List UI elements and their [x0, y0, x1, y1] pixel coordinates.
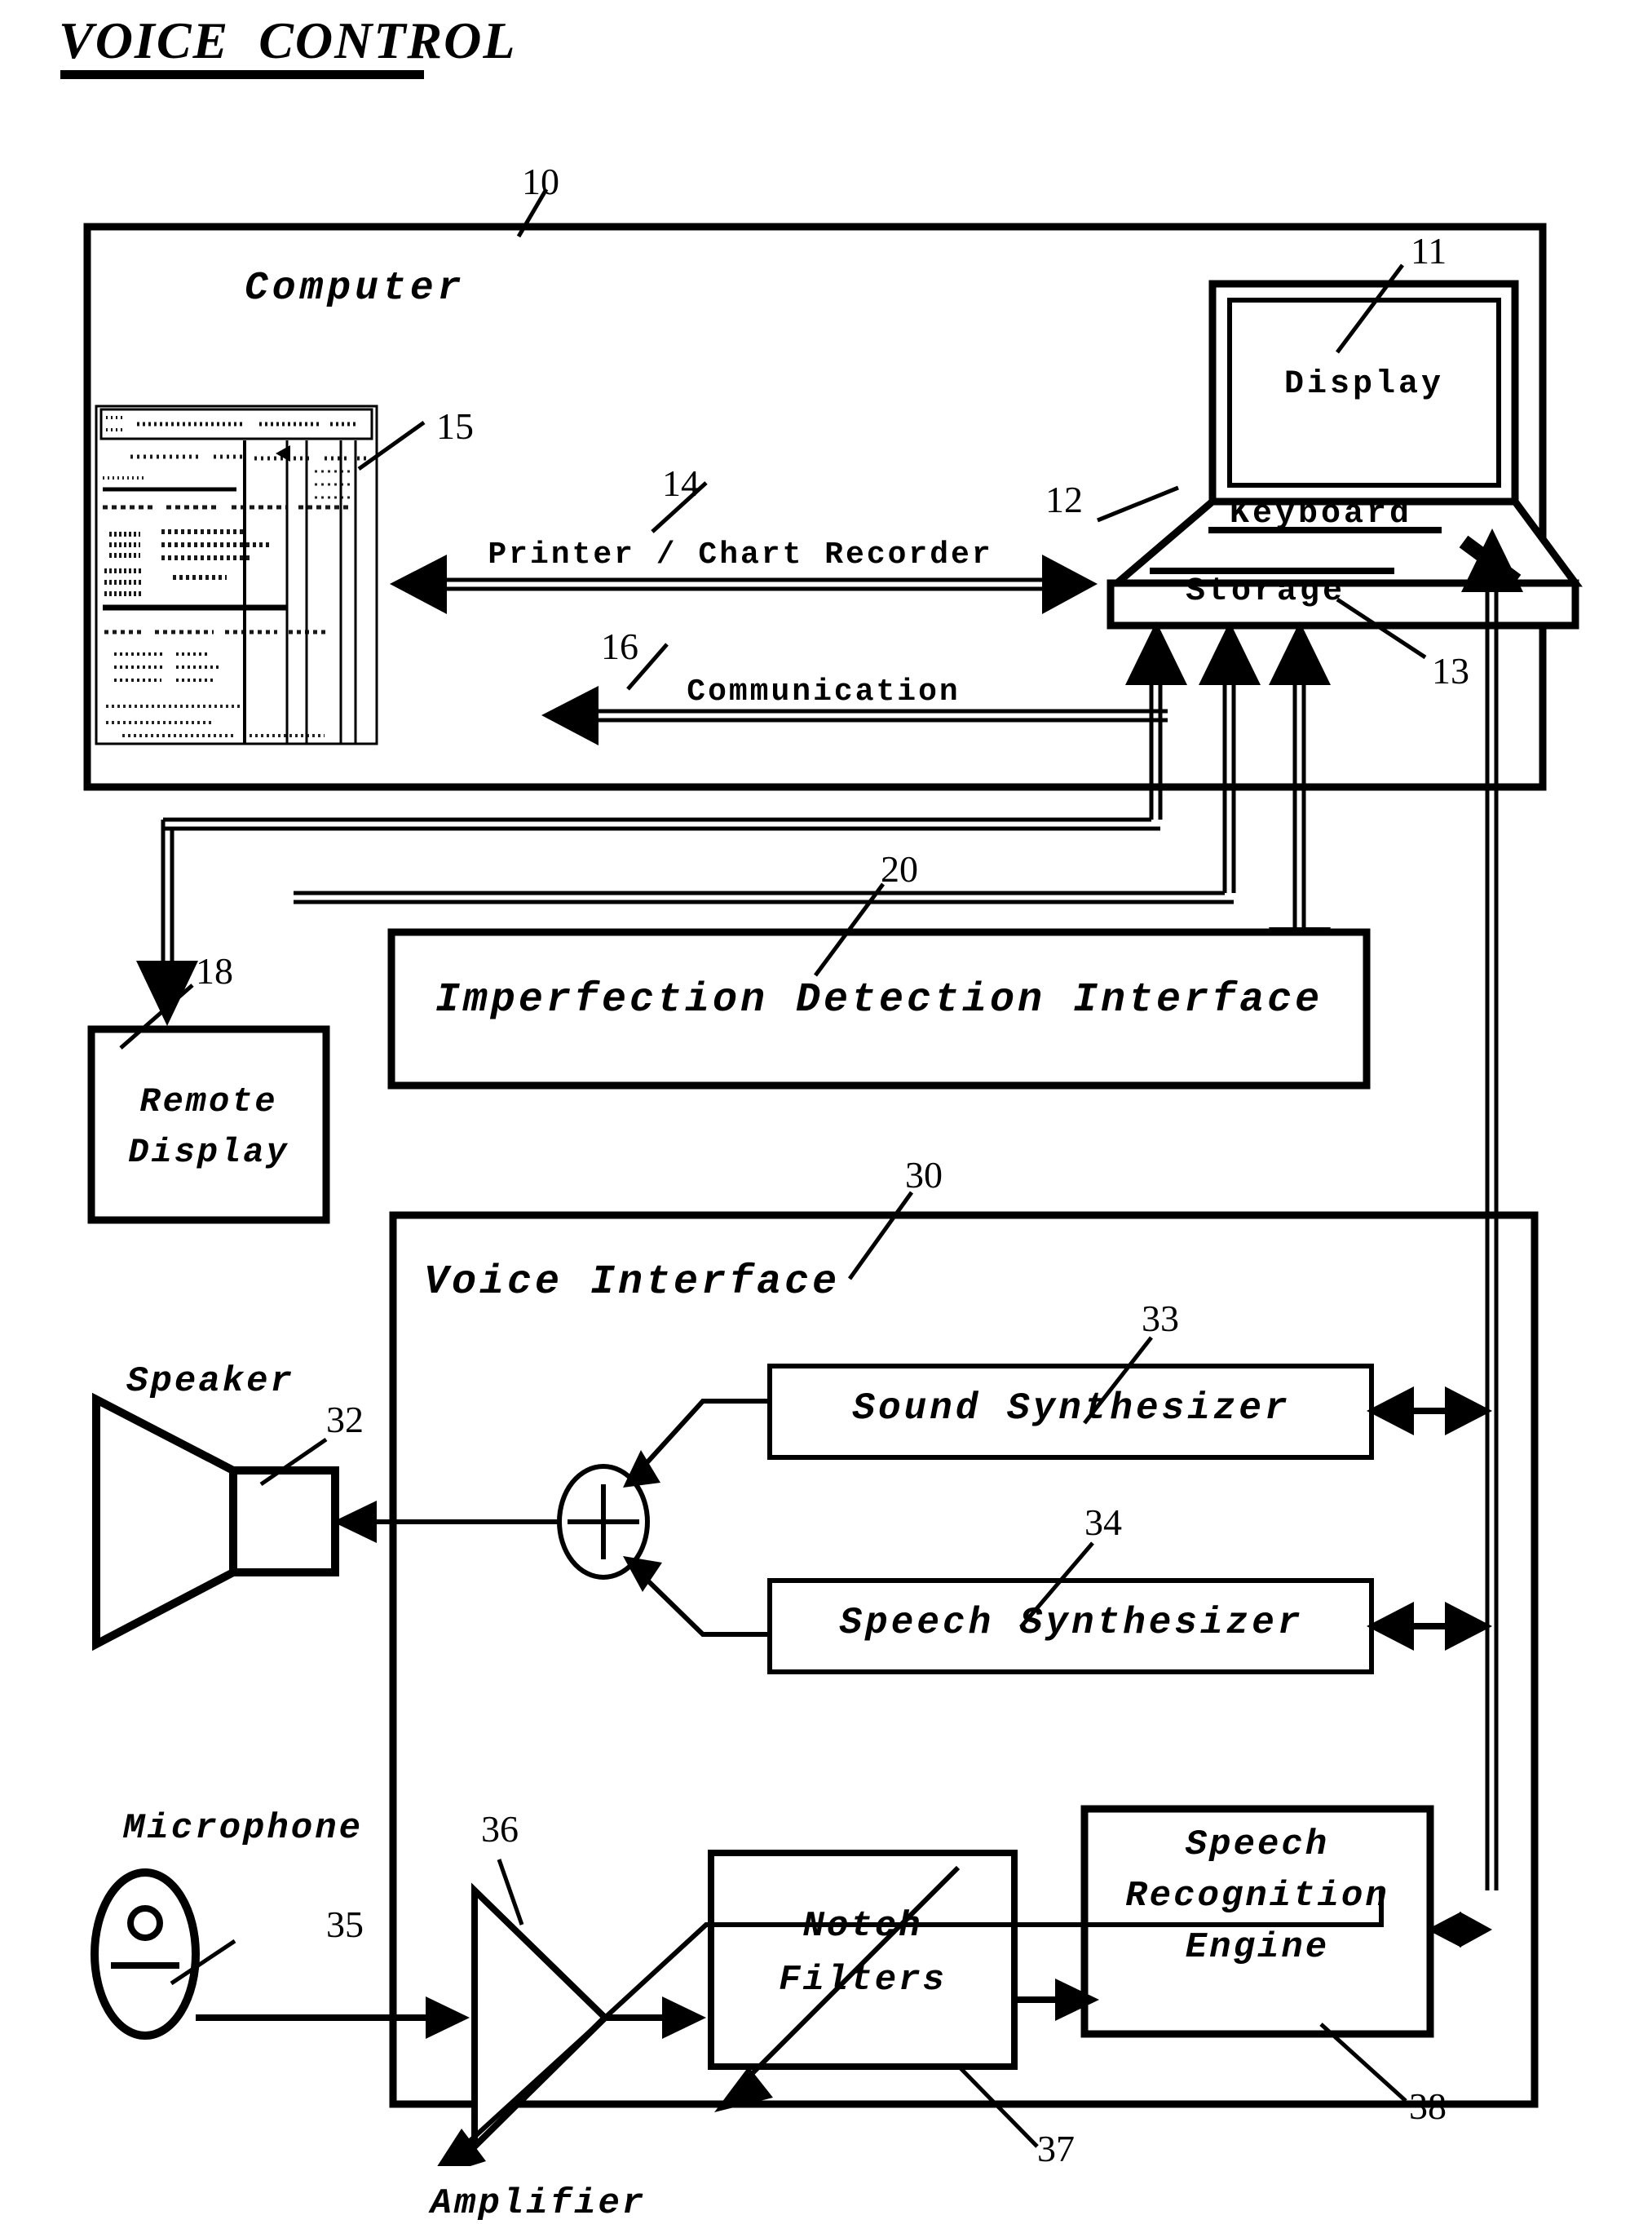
ref-37: 37 [1037, 2128, 1075, 2169]
remote-display-box [87, 1025, 330, 1224]
ref-16: 16 [601, 626, 638, 667]
sound-synth-to-sum [623, 1399, 770, 1488]
speech-synth-bus-arrow [1367, 1602, 1492, 1651]
ref-34: 34 [1084, 1501, 1122, 1543]
amplifier-label: Amplifier [430, 2183, 647, 2224]
speaker-label: Speaker [126, 1361, 294, 1402]
ref-33: 33 [1142, 1298, 1179, 1339]
ref-20: 20 [881, 848, 918, 890]
figure-canvas: VOICE CONTROL Computer 10 15 Display 11 … [0, 0, 1652, 2222]
voice-interface-label: Voice Interface [424, 1259, 841, 1306]
ref-14: 14 [662, 462, 700, 504]
microphone-symbol [91, 1868, 200, 2040]
ref-30: 30 [905, 1154, 943, 1196]
mic-to-amp [196, 1996, 470, 2039]
speech-recognition-engine-label-line3: Engine [1185, 1927, 1330, 1968]
ref-38: 38 [1409, 2085, 1447, 2127]
ref-18: 18 [196, 950, 233, 992]
notch-filters-label-line2: Filters [779, 1960, 947, 2001]
sound-synthesizer-label: Sound Synthesizer [852, 1387, 1291, 1430]
sre-bus-arrow [1427, 1912, 1492, 1948]
communication-label: Communication [687, 674, 961, 710]
speech-recognition-engine-label-line2: Recognition [1125, 1876, 1389, 1917]
printer-chart-recorder-label: Printer / Chart Recorder [488, 537, 993, 573]
ref-10: 10 [522, 161, 559, 202]
keyboard-label: Keyboard [1229, 496, 1413, 533]
speech-synthesizer-label: Speech Synthesizer [839, 1602, 1304, 1644]
figure-title: VOICE CONTROL [59, 11, 517, 69]
display-label: Display [1283, 366, 1445, 403]
ref-32: 32 [326, 1399, 364, 1440]
voice-interface-bus [1461, 528, 1523, 1890]
sound-synth-bus-arrow [1367, 1386, 1492, 1435]
microphone-label: Microphone [122, 1808, 364, 1849]
computer-label: Computer [245, 267, 466, 311]
ref-11: 11 [1411, 230, 1447, 272]
speaker-symbol [92, 1392, 339, 1651]
ref-12: 12 [1045, 479, 1083, 520]
ref-13: 13 [1432, 650, 1469, 692]
remote-display-label-line1: Remote [139, 1082, 278, 1121]
speech-synth-to-sum [623, 1556, 770, 1637]
storage-label: Storage [1185, 573, 1346, 610]
imperfection-detection-interface-label: Imperfection Detection Interface [435, 977, 1323, 1024]
notch-filters-label-line1: Notch [802, 1906, 923, 1947]
amplifier-symbol [471, 1882, 610, 2155]
ref-35: 35 [326, 1903, 364, 1945]
leader-30 [847, 1191, 914, 1280]
sum-to-speaker [333, 1501, 559, 1543]
ref-36: 36 [481, 1808, 519, 1850]
printout-thumbnail [95, 405, 378, 745]
leader-12 [1097, 485, 1179, 523]
figure-title-underline [60, 70, 424, 79]
remote-display-label-line2: Display [128, 1133, 289, 1172]
speech-recognition-engine-label-line1: Speech [1185, 1824, 1330, 1865]
ref-15: 15 [436, 405, 474, 447]
